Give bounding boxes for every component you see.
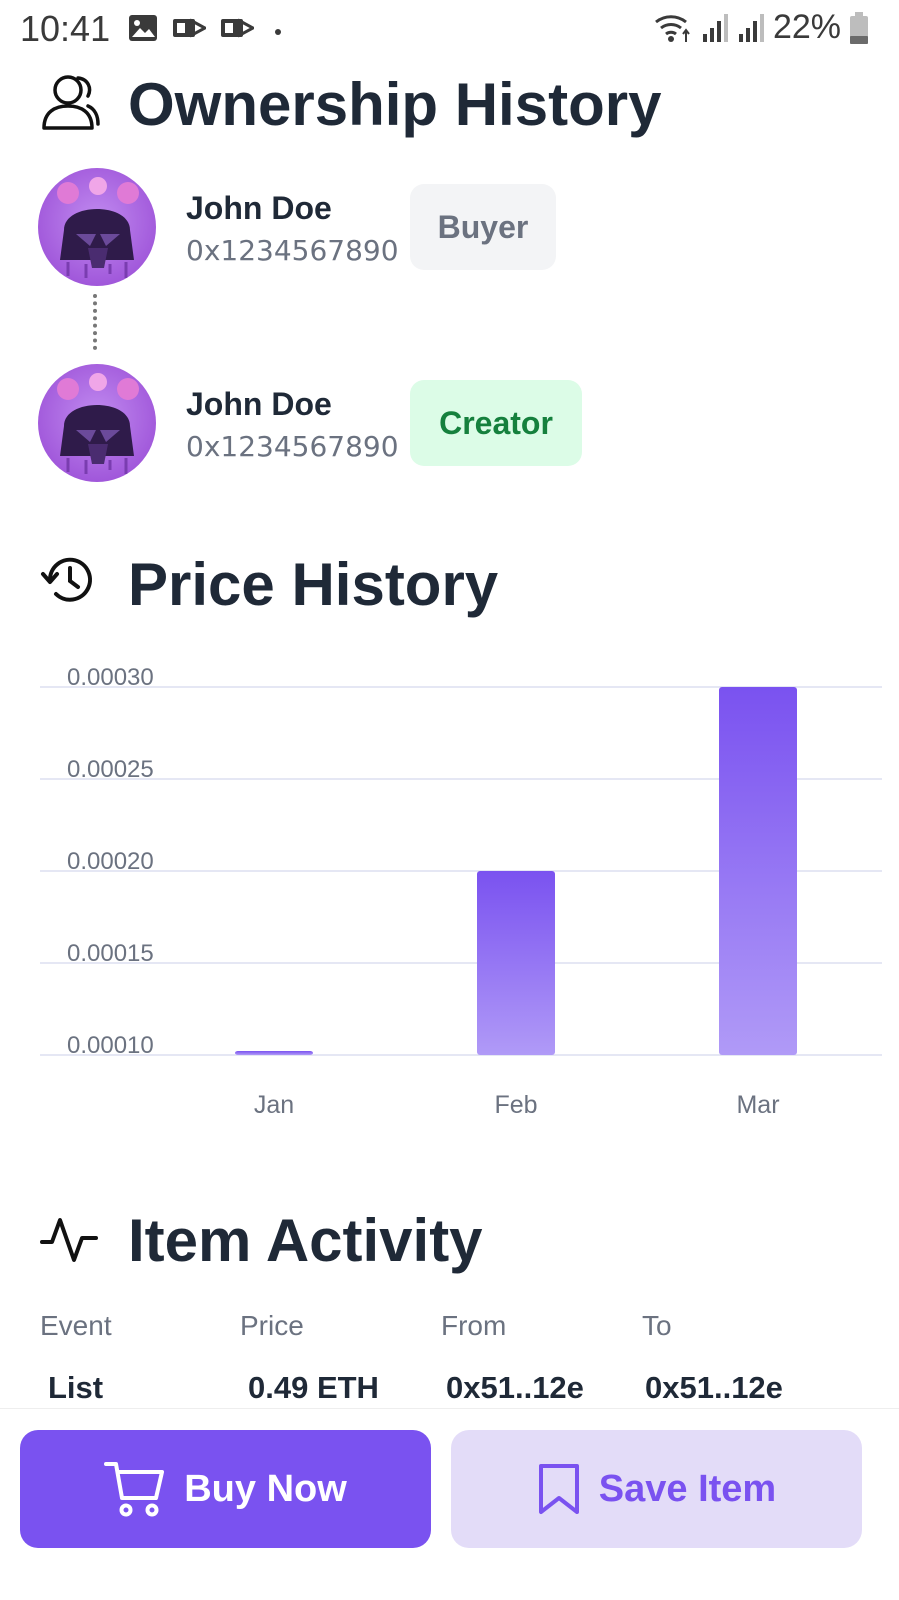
bottom-action-bar: Buy Now Save Item bbox=[0, 1408, 899, 1600]
ownership-connector bbox=[93, 294, 97, 350]
event-cell: List bbox=[48, 1370, 104, 1405]
y-tick-label: 0.00030 bbox=[67, 664, 154, 691]
battery-percentage: 22% bbox=[772, 8, 841, 46]
y-tick-label: 0.00010 bbox=[67, 1032, 154, 1059]
owner-name: John Doe bbox=[186, 190, 332, 226]
dot-icon bbox=[275, 29, 281, 35]
y-tick-label: 0.00020 bbox=[67, 848, 154, 875]
column-header-price: Price bbox=[240, 1310, 304, 1341]
ownership-history-title: Ownership History bbox=[128, 71, 662, 138]
y-tick-label: 0.00015 bbox=[67, 940, 154, 967]
users-icon bbox=[42, 75, 100, 130]
x-tick-label: Mar bbox=[736, 1091, 779, 1119]
status-bar: 10:41 22% bbox=[0, 0, 899, 60]
column-header-event: Event bbox=[40, 1310, 112, 1341]
x-tick-label: Jan bbox=[254, 1091, 294, 1119]
history-icon bbox=[41, 557, 92, 602]
bar[interactable] bbox=[235, 1051, 313, 1055]
y-tick-label: 0.00025 bbox=[67, 756, 154, 783]
creator-badge: Creator bbox=[410, 380, 582, 466]
column-header-from: From bbox=[441, 1310, 507, 1341]
status-icons-right: 22% bbox=[653, 8, 869, 47]
item-activity-title: Item Activity bbox=[128, 1207, 483, 1274]
price-history-title: Price History bbox=[128, 551, 499, 618]
wifi-icon bbox=[655, 14, 690, 42]
bar[interactable] bbox=[719, 687, 797, 1055]
cart-icon bbox=[104, 1462, 165, 1517]
bookmark-icon bbox=[538, 1464, 579, 1514]
column-header-to: To bbox=[642, 1310, 672, 1341]
avatar bbox=[38, 168, 156, 286]
gallery-icon bbox=[129, 15, 157, 41]
x-tick-label: Feb bbox=[494, 1091, 537, 1119]
signal-icon bbox=[702, 13, 728, 42]
save-item-button[interactable]: Save Item bbox=[451, 1430, 862, 1548]
activity-icon bbox=[40, 1218, 98, 1262]
bar[interactable] bbox=[477, 871, 555, 1055]
owner-name: John Doe bbox=[186, 386, 332, 422]
avatar bbox=[38, 364, 156, 482]
mail-icon bbox=[221, 18, 254, 38]
owner-item[interactable]: John Doe 0x1234567890 Creator bbox=[38, 364, 658, 484]
owner-address: 0x1234567890 bbox=[186, 430, 399, 463]
to-cell: 0x51..12e bbox=[645, 1370, 783, 1405]
price-history-chart: 0.00010 0.00015 0.00020 0.00025 0.00030 Jan Fe… bbox=[0, 650, 899, 1130]
signal-icon bbox=[738, 13, 764, 42]
mail-icon bbox=[173, 18, 206, 38]
buy-now-label: Buy Now bbox=[184, 1467, 347, 1510]
from-cell: 0x51..12e bbox=[446, 1370, 584, 1405]
save-item-label: Save Item bbox=[598, 1467, 777, 1510]
status-time: 10:41 bbox=[20, 8, 111, 49]
buy-now-button[interactable]: Buy Now bbox=[20, 1430, 431, 1548]
price-bar-chart: 0.00010 0.00015 0.00020 0.00025 0.00030 Jan Fe… bbox=[40, 664, 882, 1119]
owner-item[interactable]: John Doe 0x1234567890 Buyer bbox=[38, 168, 658, 288]
owner-address: 0x1234567890 bbox=[186, 234, 399, 267]
buyer-badge: Buyer bbox=[410, 184, 556, 270]
battery-icon bbox=[850, 11, 868, 44]
status-icons-left bbox=[128, 14, 288, 42]
price-cell: 0.49 ETH bbox=[248, 1370, 379, 1405]
